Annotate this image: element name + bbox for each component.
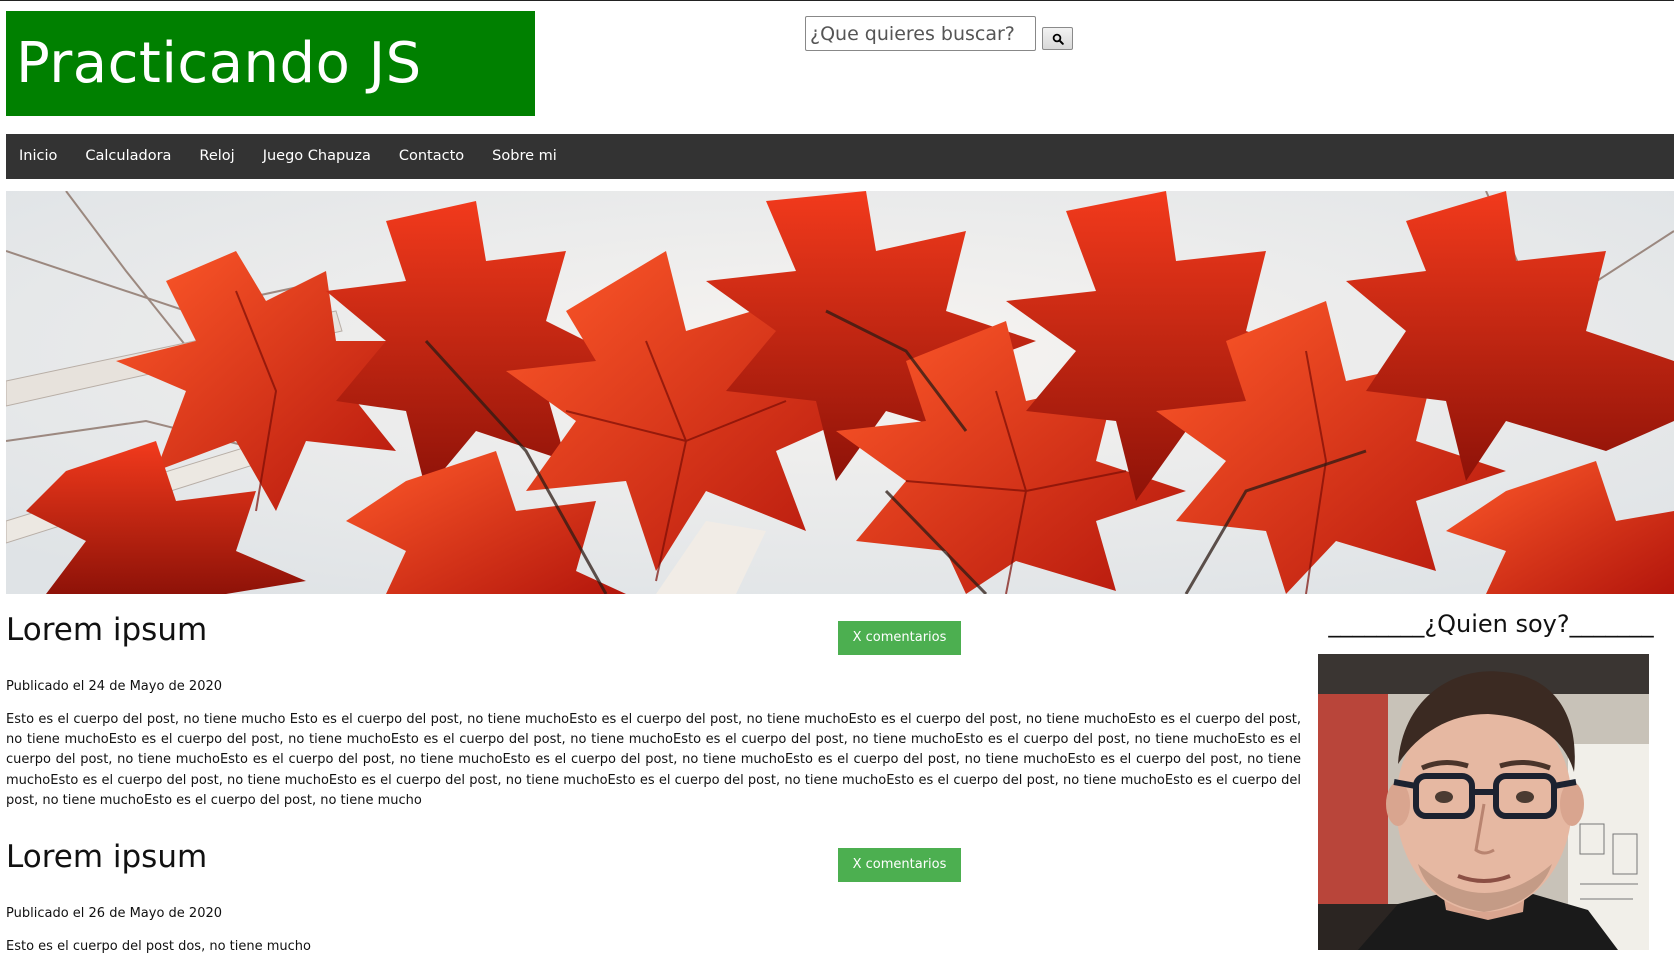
nav-item-sobre-mi[interactable]: Sobre mi: [478, 134, 571, 179]
site-title: Practicando JS: [16, 31, 422, 96]
nav-item-contacto[interactable]: Contacto: [385, 134, 478, 179]
search-icon: [1052, 33, 1064, 45]
about-sidebar: ________¿Quien soy?_______: [1318, 607, 1664, 950]
main-nav: Inicio Calculadora Reloj Juego Chapuza C…: [6, 134, 1674, 179]
post-card: Lorem ipsum X comentarios Publicado el 2…: [6, 833, 1301, 957]
author-photo: [1318, 654, 1649, 950]
search-form: [805, 16, 1073, 51]
hero-banner-image: [6, 191, 1674, 594]
about-title: ________¿Quien soy?_______: [1328, 610, 1654, 638]
post-body: Esto es el cuerpo del post, no tiene muc…: [6, 712, 1301, 808]
top-border: [0, 0, 1674, 1]
post-date: Publicado el 26 de Mayo de 2020: [6, 906, 223, 922]
posts-column: Lorem ipsum X comentarios Publicado el 2…: [6, 606, 1301, 957]
nav-item-reloj[interactable]: Reloj: [185, 134, 248, 179]
post-date: Publicado el 24 de Mayo de 2020: [6, 679, 223, 694]
post-card: Lorem ipsum X comentarios Publicado el 2…: [6, 606, 1301, 811]
nav-item-inicio[interactable]: Inicio: [6, 134, 71, 179]
search-input[interactable]: [805, 16, 1036, 51]
site-logo[interactable]: Practicando JS: [6, 11, 535, 116]
author-portrait-illustration: [1318, 654, 1649, 950]
nav-item-juego-chapuza[interactable]: Juego Chapuza: [249, 134, 385, 179]
post-title[interactable]: Lorem ipsum: [6, 606, 1301, 654]
post-title[interactable]: Lorem ipsum: [6, 833, 1301, 881]
comments-button[interactable]: X comentarios: [838, 848, 961, 883]
post-body: Esto es el cuerpo del post dos, no tiene…: [6, 939, 311, 955]
comments-button[interactable]: X comentarios: [838, 621, 961, 655]
search-button[interactable]: [1042, 27, 1073, 50]
nav-item-calculadora[interactable]: Calculadora: [71, 134, 185, 179]
autumn-leaves-illustration: [6, 191, 1674, 594]
